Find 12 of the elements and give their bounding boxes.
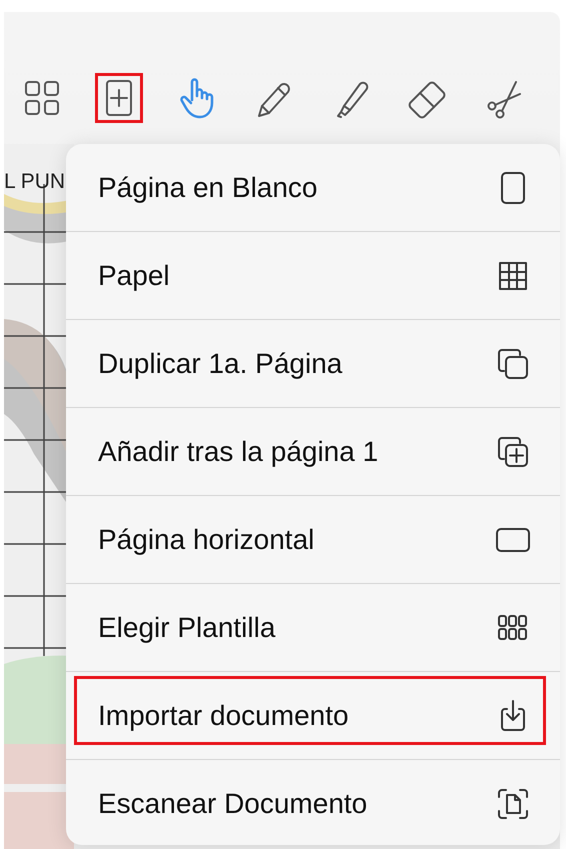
add-page-after-icon	[496, 434, 530, 468]
scan-document-icon	[496, 787, 530, 821]
menu-item[interactable]: Elegir Plantilla	[66, 584, 560, 672]
add-page-tool-button[interactable]	[95, 73, 143, 123]
canvas-heading: L PUN	[4, 170, 66, 194]
duplicate-icon	[496, 346, 530, 380]
menu-item[interactable]: Añadir tras la página 1	[66, 408, 560, 496]
menu-item[interactable]: Escanear Documento	[66, 760, 560, 845]
menu-item[interactable]: Página en Blanco	[66, 144, 560, 232]
menu-item[interactable]: Papel	[66, 232, 560, 320]
menu-item[interactable]: Página horizontal	[66, 496, 560, 584]
menu-item[interactable]: Duplicar 1a. Página	[66, 320, 560, 408]
